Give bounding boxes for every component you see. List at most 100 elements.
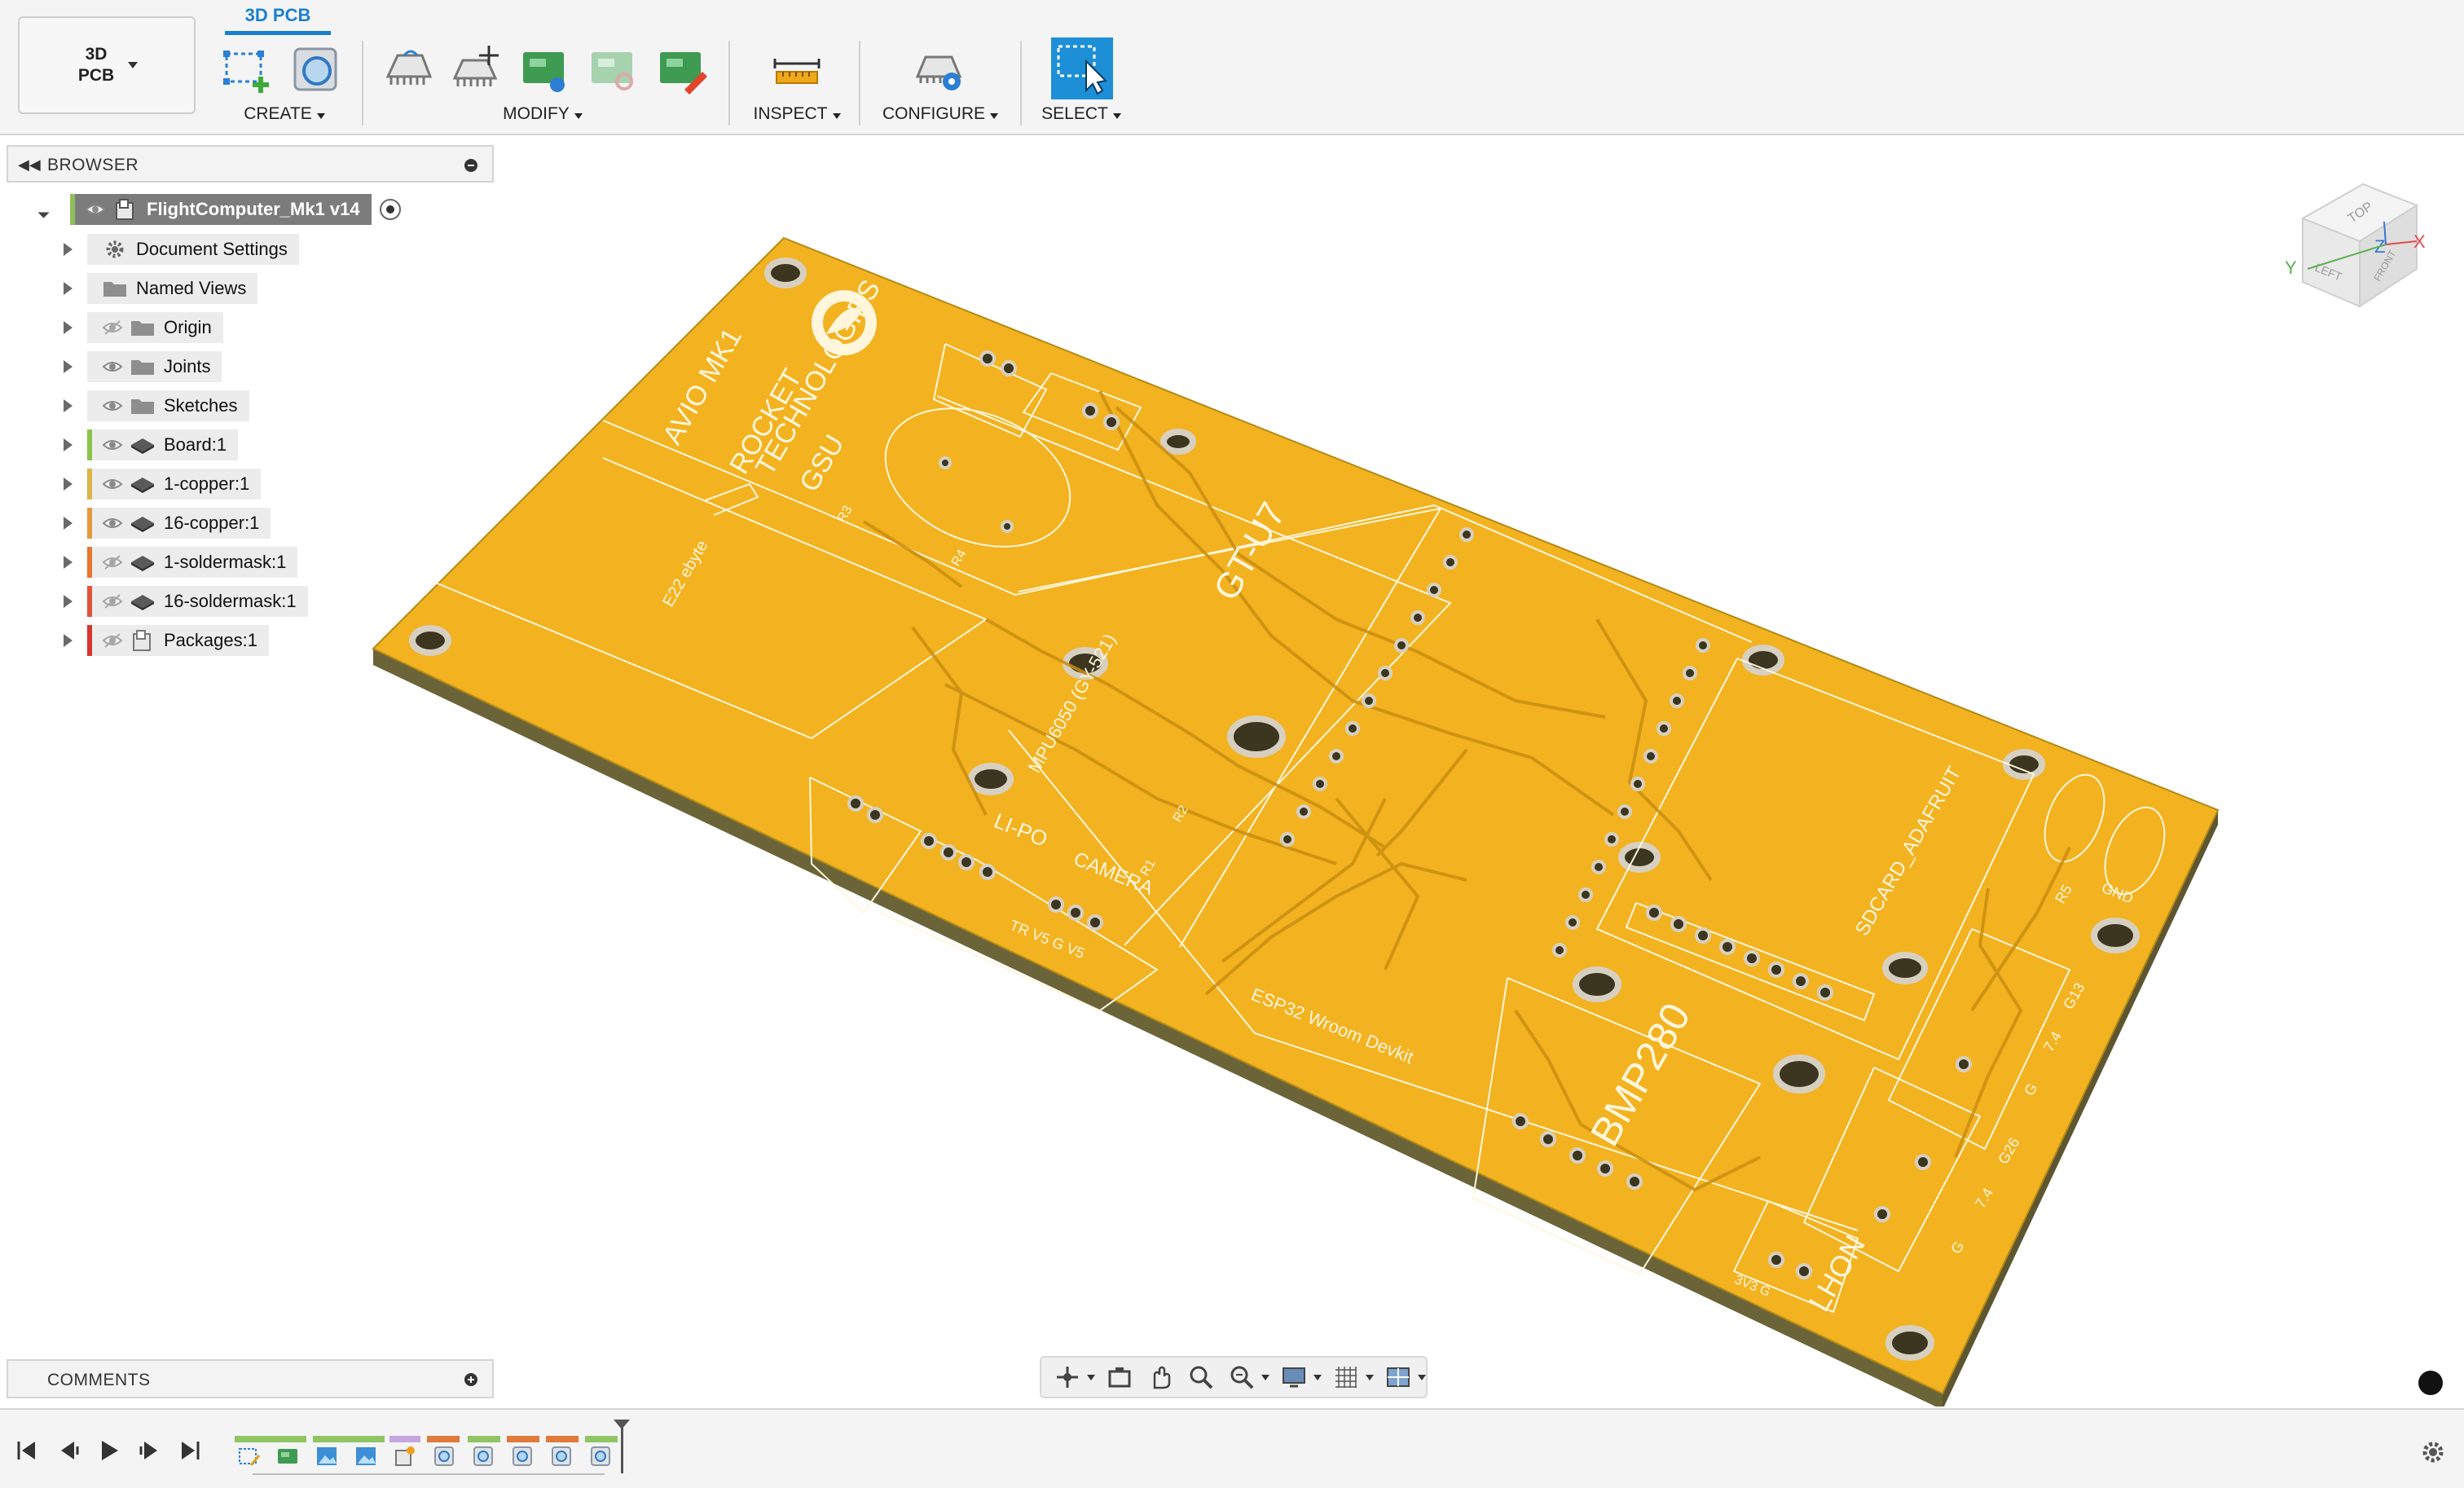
tree-root-row[interactable]: FlightComputer_Mk1 v14 <box>32 192 401 227</box>
zoom-window-icon[interactable] <box>1225 1361 1258 1393</box>
configure-board-icon[interactable] <box>911 41 968 98</box>
browser-item-chip[interactable]: Packages:1 <box>87 625 269 656</box>
go-to-start-icon[interactable] <box>10 1434 42 1467</box>
play-icon[interactable] <box>93 1434 125 1467</box>
grid-icon[interactable] <box>1330 1361 1362 1393</box>
timeline-track[interactable] <box>230 1423 621 1480</box>
chevron-down-icon[interactable] <box>1261 1374 1269 1380</box>
eye-icon[interactable] <box>99 351 126 382</box>
chevron-down-icon[interactable] <box>1418 1374 1426 1380</box>
add-comment-icon[interactable] <box>464 1373 477 1386</box>
browser-item-chip[interactable]: Board:1 <box>87 429 239 460</box>
orbit-icon[interactable] <box>1051 1361 1084 1393</box>
pan-icon[interactable] <box>1144 1361 1177 1393</box>
display-settings-icon[interactable] <box>1278 1361 1310 1393</box>
workspace-switcher[interactable]: 3D PCB <box>18 16 196 114</box>
look-at-icon[interactable] <box>1103 1361 1136 1393</box>
viewport-canvas[interactable]: AVIO MK1 ROCKET TECHNOLOGIES GSU GT-U7 E… <box>0 135 2464 1407</box>
modify-menu[interactable]: MODIFY <box>380 104 706 124</box>
expand-arrow-icon[interactable] <box>64 478 73 491</box>
expand-arrow-icon[interactable] <box>64 556 73 569</box>
timeline-component-icon[interactable] <box>507 1442 538 1470</box>
browser-item-chip[interactable]: Document Settings <box>87 234 299 265</box>
expand-arrow-icon[interactable] <box>64 321 73 334</box>
link-board-icon[interactable] <box>585 41 642 98</box>
create-menu[interactable]: CREATE <box>218 104 350 124</box>
browser-item-sketches[interactable]: Sketches <box>64 388 249 424</box>
zoom-icon[interactable] <box>1185 1361 1217 1393</box>
eye-icon[interactable] <box>99 390 126 421</box>
browser-item-chip[interactable]: 1-soldermask:1 <box>87 547 298 578</box>
go-to-end-icon[interactable] <box>174 1434 207 1467</box>
step-back-icon[interactable] <box>52 1434 85 1467</box>
browser-item-named-views[interactable]: Named Views <box>64 271 258 306</box>
expand-arrow-icon[interactable] <box>64 282 73 295</box>
timeline-component-icon[interactable] <box>546 1442 577 1470</box>
browser-item-board-1[interactable]: Board:1 <box>64 427 239 463</box>
timeline-combine-icon[interactable] <box>389 1442 420 1470</box>
eye-hidden-icon[interactable] <box>99 547 126 578</box>
eye-icon[interactable] <box>99 469 126 500</box>
configure-menu[interactable]: CONFIGURE <box>869 104 1012 124</box>
measure-icon[interactable] <box>768 41 825 98</box>
edit-board-icon[interactable] <box>653 41 711 98</box>
gear-icon[interactable] <box>2415 1434 2451 1470</box>
browser-item-chip[interactable]: Origin <box>87 312 223 343</box>
expand-arrow-icon[interactable] <box>64 595 73 608</box>
expand-arrow-icon[interactable] <box>64 399 73 412</box>
select-menu[interactable]: SELECT <box>1028 104 1134 124</box>
browser-item-chip[interactable]: Sketches <box>87 390 249 421</box>
expand-arrow-icon[interactable] <box>64 438 73 451</box>
eye-hidden-icon[interactable] <box>99 312 126 343</box>
browser-item-1-copper-1[interactable]: 1-copper:1 <box>64 466 262 502</box>
browser-item-chip[interactable]: 16-copper:1 <box>87 508 271 539</box>
browser-item-origin[interactable]: Origin <box>64 310 223 346</box>
tab-3d-pcb[interactable]: 3D PCB <box>225 5 331 35</box>
eye-hidden-icon[interactable] <box>99 586 126 617</box>
browser-item-16-copper-1[interactable]: 16-copper:1 <box>64 505 271 541</box>
timeline-component-icon[interactable] <box>468 1442 499 1470</box>
browser-item-packages-1[interactable]: Packages:1 <box>64 623 269 658</box>
browser-item-1-soldermask-1[interactable]: 1-soldermask:1 <box>64 544 298 580</box>
browser-item-joints[interactable]: Joints <box>64 349 222 385</box>
eye-icon[interactable] <box>81 194 109 225</box>
sketch-rectangle-icon[interactable] <box>218 41 275 98</box>
timeline-board-icon[interactable] <box>272 1442 303 1470</box>
chevron-down-icon[interactable] <box>1313 1374 1322 1380</box>
browser-item-chip[interactable]: Joints <box>87 351 222 382</box>
browser-panel-header[interactable]: ◀◀ BROWSER <box>7 145 494 183</box>
timeline-component-icon[interactable] <box>429 1442 460 1470</box>
timeline-marker[interactable] <box>614 1420 630 1473</box>
select-window-icon[interactable] <box>1051 37 1113 99</box>
browser-item-16-soldermask-1[interactable]: 16-soldermask:1 <box>64 583 308 619</box>
inspect-menu[interactable]: INSPECT <box>738 104 856 124</box>
notification-icon[interactable] <box>2418 1371 2443 1395</box>
browser-item-chip[interactable]: 16-soldermask:1 <box>87 586 308 617</box>
collapse-panel-icon[interactable]: ◀◀ <box>18 156 41 174</box>
browser-item-chip[interactable]: Named Views <box>87 273 258 304</box>
eye-hidden-icon[interactable] <box>99 625 126 656</box>
collapse-arrow-icon[interactable] <box>32 200 50 218</box>
root-component-chip[interactable]: FlightComputer_Mk1 v14 <box>70 194 372 225</box>
activate-radio-icon[interactable] <box>379 199 401 220</box>
eye-icon[interactable] <box>99 429 126 460</box>
browser-item-chip[interactable]: 1-copper:1 <box>87 469 262 500</box>
expand-arrow-icon[interactable] <box>64 634 73 647</box>
viewports-icon[interactable] <box>1382 1361 1415 1393</box>
comments-panel-header[interactable]: COMMENTS <box>7 1359 494 1398</box>
browser-item-document-settings[interactable]: Document Settings <box>64 231 299 267</box>
expand-arrow-icon[interactable] <box>64 517 73 530</box>
chevron-down-icon[interactable] <box>1366 1374 1374 1380</box>
viewcube[interactable]: TOP LEFT FRONT X Y Z <box>2285 183 2426 308</box>
timeline-image-icon[interactable] <box>311 1442 342 1470</box>
push-board-icon[interactable] <box>517 41 574 98</box>
expand-arrow-icon[interactable] <box>64 243 73 256</box>
create-board-icon[interactable] <box>287 41 344 98</box>
move-chip-icon[interactable] <box>448 41 505 98</box>
expand-arrow-icon[interactable] <box>64 360 73 373</box>
eye-icon[interactable] <box>99 508 126 539</box>
timeline-component-icon[interactable] <box>585 1442 616 1470</box>
timeline-sketch-icon[interactable] <box>233 1442 264 1470</box>
panel-options-icon[interactable] <box>464 159 477 172</box>
chevron-down-icon[interactable] <box>1087 1374 1095 1380</box>
